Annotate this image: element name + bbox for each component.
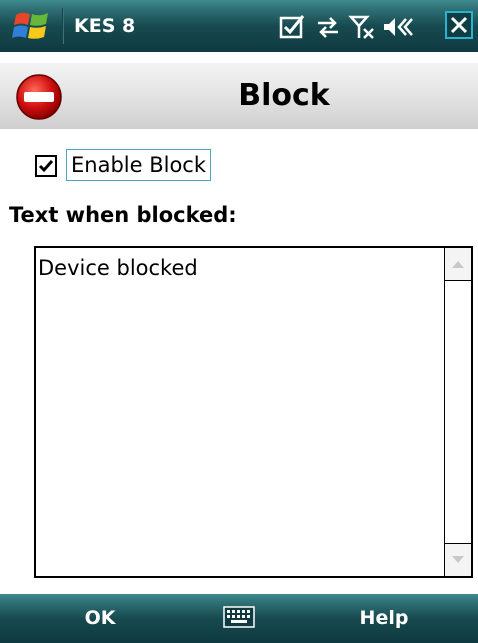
help-softkey[interactable]: Help — [290, 594, 478, 643]
arrow-down-icon — [452, 556, 464, 563]
app-title: KES 8 — [74, 15, 136, 37]
page-title: Block — [238, 78, 330, 113]
title-bar: KES 8 — [0, 0, 478, 52]
enable-block-label[interactable]: Enable Block — [66, 149, 212, 181]
close-button[interactable] — [445, 11, 473, 39]
scroll-down-button[interactable] — [445, 543, 471, 576]
blocked-text-textarea[interactable]: Device blocked — [34, 246, 473, 578]
textarea-value[interactable]: Device blocked — [38, 256, 198, 280]
volume-icon[interactable] — [382, 13, 414, 41]
page-header: Block — [0, 63, 478, 129]
text-when-blocked-label: Text when blocked: — [9, 203, 237, 227]
windows-start-icon — [12, 12, 48, 39]
vertical-scrollbar[interactable] — [444, 248, 471, 576]
start-button[interactable] — [0, 0, 62, 52]
ok-softkey[interactable]: OK — [0, 594, 200, 643]
arrow-up-icon — [452, 261, 464, 268]
close-icon — [450, 16, 468, 34]
keyboard-icon[interactable] — [223, 606, 255, 628]
checkmark-icon — [38, 160, 54, 173]
signal-off-icon[interactable] — [348, 13, 376, 41]
title-separator — [62, 8, 64, 44]
scroll-track[interactable] — [445, 281, 471, 543]
enable-block-checkbox[interactable] — [35, 155, 57, 177]
tasks-check-icon[interactable] — [278, 13, 306, 41]
menu-bar: OK Help — [0, 594, 478, 643]
scroll-up-button[interactable] — [445, 248, 471, 281]
connectivity-icon[interactable] — [314, 13, 342, 41]
